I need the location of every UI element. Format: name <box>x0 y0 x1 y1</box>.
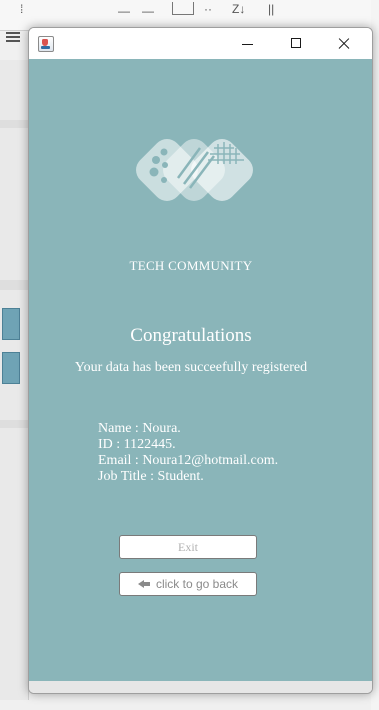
background-strip <box>0 420 28 428</box>
background-strip <box>0 120 28 128</box>
user-details: Name : Noura. ID : 1122445. Email : Nour… <box>98 421 278 485</box>
tech-community-logo <box>136 139 253 201</box>
registration-message: Your data has been succeefully registere… <box>74 360 308 375</box>
background-toolbar-glyph: ⁞ <box>20 2 24 16</box>
background-toolbar-glyph: ·· <box>204 2 212 16</box>
congratulations-heading: Congratulations <box>130 325 252 346</box>
background-tile <box>2 352 20 384</box>
detail-id: ID : 1122445. <box>98 437 176 452</box>
exit-button[interactable]: Exit <box>119 535 257 559</box>
background-toolbar-glyph <box>172 2 194 15</box>
background-toolbar-glyph: — <box>142 4 154 18</box>
brand-name: TECH COMMUNITY <box>129 258 253 273</box>
title-bar[interactable] <box>29 28 372 59</box>
close-button[interactable] <box>322 28 368 59</box>
confirmation-panel: TECH COMMUNITY Congratulations Your data… <box>29 59 372 681</box>
background-toolbar-glyph: — <box>118 4 130 18</box>
arrow-left-icon <box>137 580 150 588</box>
maximize-icon <box>291 38 301 48</box>
background-tile <box>2 308 20 340</box>
background-strip <box>0 280 28 290</box>
minimize-button[interactable] <box>224 28 270 59</box>
background-toolbar-glyph: || <box>268 2 275 16</box>
go-back-button[interactable]: click to go back <box>119 572 257 596</box>
background-side-panel <box>0 60 29 700</box>
background-toolbar-glyph: Z↓ <box>232 2 246 16</box>
minimize-icon <box>242 44 253 45</box>
hamburger-menu-icon <box>6 30 20 44</box>
window-bottom-edge <box>29 681 372 693</box>
detail-name: Name : Noura. <box>98 421 181 436</box>
maximize-button[interactable] <box>273 28 319 59</box>
detail-job-title: Job Title : Student. <box>98 469 204 484</box>
detail-email: Email : Noura12@hotmail.com. <box>98 453 279 468</box>
java-app-icon <box>38 36 54 52</box>
go-back-label: click to go back <box>155 577 239 591</box>
registration-confirmation-window: TECH COMMUNITY Congratulations Your data… <box>28 27 373 694</box>
